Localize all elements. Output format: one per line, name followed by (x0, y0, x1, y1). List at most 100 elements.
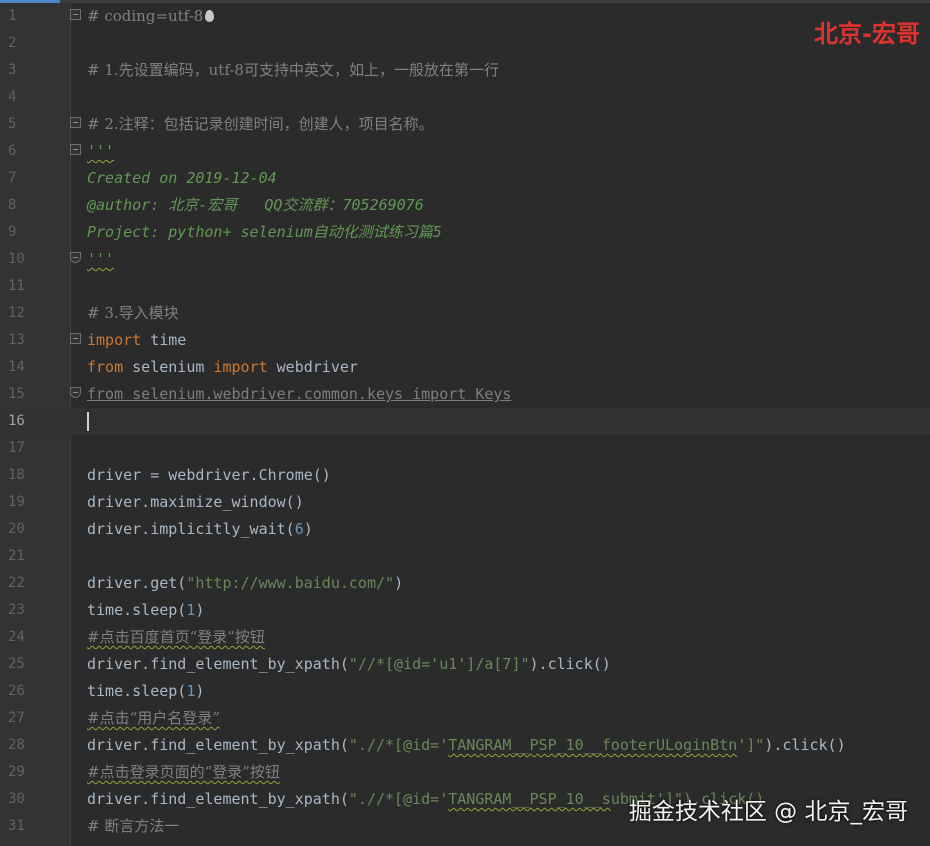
keyword: from (87, 358, 124, 376)
code-text[interactable]: driver.maximize_window() (87, 489, 304, 516)
comment[interactable]: # 2.注释：包括记录创建时间，创建人，项目名称。 (87, 111, 434, 138)
line-number: 15 (8, 386, 25, 402)
code-text[interactable]: driver.find_element_by_xpath("//*[@id='u… (87, 651, 611, 678)
code-text[interactable]: driver.get("http://www.baidu.com/") (87, 570, 403, 597)
punctuation: ) (394, 574, 404, 592)
line-number: 26 (8, 683, 25, 699)
code-line[interactable]: 19 driver.maximize_window() (0, 489, 930, 516)
cursor-hand-icon (205, 10, 215, 22)
code-line[interactable]: 21 (0, 543, 930, 570)
line-number: 19 (8, 494, 25, 510)
identifier: time (141, 331, 187, 349)
comment: # coding=utf-8 (87, 7, 204, 25)
line-number: 10 (8, 251, 25, 267)
string-literal: "http://www.baidu.com/" (186, 574, 395, 592)
text-caret (87, 412, 89, 431)
code-line[interactable]: 24 #点击百度首页“登录”按钮 (0, 624, 930, 651)
line-number: 18 (8, 467, 25, 483)
code-line[interactable]: 12 # 3.导入模块 (0, 300, 930, 327)
current-line[interactable]: 16 (0, 408, 930, 435)
fold-end-icon[interactable] (70, 252, 81, 263)
line-number: 14 (8, 359, 25, 375)
code-line[interactable]: 17 (0, 435, 930, 462)
code-line[interactable]: 28 driver.find_element_by_xpath(".//*[@i… (0, 732, 930, 759)
identifier: driver.find_element_by_xpath( (87, 790, 349, 808)
code-line[interactable]: 2 (0, 30, 930, 57)
code-text[interactable]: driver = webdriver.Chrome() (87, 462, 331, 489)
code-line[interactable]: 22 driver.get("http://www.baidu.com/") (0, 570, 930, 597)
punctuation: ).click() (529, 655, 611, 673)
code-line[interactable]: 10 ''' (0, 246, 930, 273)
fold-collapse-icon[interactable] (70, 333, 81, 344)
code-line[interactable]: 5 # 2.注释：包括记录创建时间，创建人，项目名称。 (0, 111, 930, 138)
code-text[interactable]: from selenium import webdriver (87, 354, 358, 381)
code-line[interactable]: 4 (0, 84, 930, 111)
line-number: 30 (8, 791, 25, 807)
code-line[interactable]: 14 from selenium import webdriver (0, 354, 930, 381)
string-literal: ".//*[@id=' (348, 790, 449, 808)
line-number: 23 (8, 602, 25, 618)
code-line[interactable]: 27 #点击“用户名登录” (0, 705, 930, 732)
fold-collapse-icon[interactable] (70, 144, 81, 155)
code-line[interactable]: 20 driver.implicitly_wait(6) (0, 516, 930, 543)
code-text[interactable]: driver.implicitly_wait(6) (87, 516, 313, 543)
fold-collapse-icon[interactable] (70, 117, 81, 128)
line-number: 1 (8, 8, 17, 24)
code-editor[interactable]: 1 # coding=utf-8 2 3 # 1.先设置编码，utf-8可支持中… (0, 3, 930, 846)
code-text[interactable]: import time (87, 327, 186, 354)
code-text[interactable]: time.sleep(1) (87, 678, 204, 705)
punctuation: ) (195, 682, 205, 700)
line-number: 25 (8, 656, 25, 672)
code-line[interactable]: 7 Created on 2019-12-04 (0, 165, 930, 192)
fold-end-icon[interactable] (70, 387, 81, 398)
docstring-delimiter[interactable]: ''' (87, 138, 114, 165)
punctuation: ) (195, 601, 205, 619)
unused-import[interactable]: from selenium.webdriver.common.keys impo… (87, 381, 511, 408)
docstring-text[interactable]: Project: python+ selenium自动化测试练习篇5 (87, 219, 442, 246)
string-literal-typo: TANGRAM__PSP_10__footerULoginBtn (448, 736, 738, 754)
line-number: 8 (8, 197, 17, 213)
code-line[interactable]: 15 from selenium.webdriver.common.keys i… (0, 381, 930, 408)
line-number: 13 (8, 332, 25, 348)
line-number: 24 (8, 629, 25, 645)
fold-collapse-icon[interactable] (70, 9, 81, 20)
docstring-text[interactable]: @author: 北京-宏哥 QQ交流群：705269076 (87, 192, 424, 219)
code-line[interactable]: 23 time.sleep(1) (0, 597, 930, 624)
comment[interactable]: #点击百度首页“登录”按钮 (87, 624, 265, 651)
docstring-delimiter[interactable]: ''' (87, 246, 114, 273)
code-line[interactable]: 25 driver.find_element_by_xpath("//*[@id… (0, 651, 930, 678)
code-line[interactable]: 18 driver = webdriver.Chrome() (0, 462, 930, 489)
code-line[interactable]: 26 time.sleep(1) (0, 678, 930, 705)
keyword: import (213, 358, 268, 376)
string-literal-typo: TANGRAM__PSP_10__s (448, 790, 611, 808)
code-line[interactable]: 6 ''' (0, 138, 930, 165)
line-number: 28 (8, 737, 25, 753)
line-number: 5 (8, 116, 17, 132)
line-number: 2 (8, 35, 17, 51)
comment[interactable]: #点击“用户名登录” (87, 705, 220, 732)
comment[interactable]: # 1.先设置编码，utf-8可支持中英文，如上，一般放在第一行 (87, 57, 499, 84)
code-line[interactable]: 11 (0, 273, 930, 300)
code-text[interactable]: time.sleep(1) (87, 597, 204, 624)
code-line[interactable]: 3 # 1.先设置编码，utf-8可支持中英文，如上，一般放在第一行 (0, 57, 930, 84)
identifier: driver.find_element_by_xpath( (87, 736, 349, 754)
comment[interactable]: # 3.导入模块 (87, 300, 179, 327)
code-line[interactable]: 1 # coding=utf-8 (0, 3, 930, 30)
line-number: 6 (8, 143, 17, 159)
code-text[interactable]: driver.find_element_by_xpath(".//*[@id='… (87, 732, 846, 759)
string-literal: ".//*[@id=' (348, 736, 449, 754)
code-line[interactable]: 9 Project: python+ selenium自动化测试练习篇5 (0, 219, 930, 246)
comment[interactable]: #点击登录页面的“登录”按钮 (87, 759, 280, 786)
comment[interactable]: # 断言方法一 (87, 813, 179, 840)
line-number: 17 (8, 440, 25, 456)
code-line[interactable]: 13 import time (0, 327, 930, 354)
line-number: 12 (8, 305, 25, 321)
code-text[interactable]: # coding=utf-8 (87, 3, 215, 30)
identifier: driver.find_element_by_xpath( (87, 655, 349, 673)
punctuation: ).click() (764, 736, 846, 754)
code-line[interactable]: 29 #点击登录页面的“登录”按钮 (0, 759, 930, 786)
docstring-text[interactable]: Created on 2019-12-04 (87, 165, 277, 192)
site-watermark: 掘金技术社区 @ 北京_宏哥 (628, 799, 908, 825)
identifier: time.sleep( (87, 682, 187, 700)
code-line[interactable]: 8 @author: 北京-宏哥 QQ交流群：705269076 (0, 192, 930, 219)
